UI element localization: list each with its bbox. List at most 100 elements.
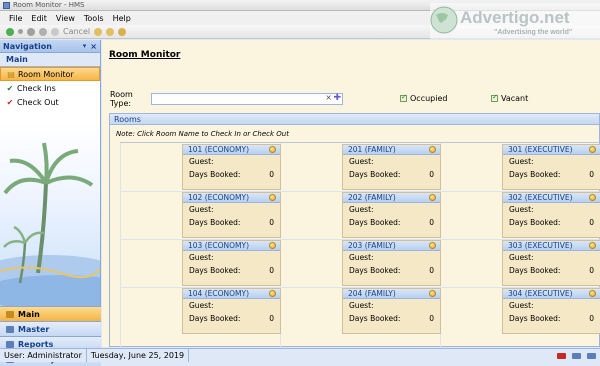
room-monitor-icon: ▤ xyxy=(7,69,15,79)
room-name-link[interactable]: 204 (FAMILY) xyxy=(343,289,440,299)
guest-row: Guest: xyxy=(343,299,440,312)
room-type-combo[interactable]: × ✚ xyxy=(151,93,343,105)
room-status-icon xyxy=(269,146,276,153)
guest-row: Guest: xyxy=(183,251,280,264)
room-card: 304 (EXECUTIVE) Guest: Days Booked: 0 xyxy=(502,288,600,334)
room-name-link[interactable]: 103 (ECONOMY) xyxy=(183,241,280,251)
room-status-icon xyxy=(429,290,436,297)
guest-row: Guest: xyxy=(503,299,600,312)
guest-label: Guest: xyxy=(509,253,534,262)
room-name-link[interactable]: 102 (ECONOMY) xyxy=(183,193,280,203)
history-icon[interactable] xyxy=(118,27,127,36)
days-booked-label: Days Booked: xyxy=(349,314,401,323)
room-card: 201 (FAMILY) Guest: Days Booked: 0 xyxy=(342,144,441,190)
menu-view[interactable]: View xyxy=(56,14,75,23)
nav-group-button-master[interactable]: Master xyxy=(0,321,101,336)
days-booked-label: Days Booked: xyxy=(349,266,401,275)
room-type-label: Room Type: xyxy=(110,90,133,108)
rooms-note: Note: Click Room Name to Check In or Che… xyxy=(116,130,289,138)
close-icon[interactable]: × xyxy=(90,42,97,51)
checkout-icon: ✔ xyxy=(6,97,14,107)
room-name: 201 (FAMILY) xyxy=(348,145,396,154)
room-status-icon xyxy=(269,194,276,201)
days-booked-row: Days Booked: 0 xyxy=(343,264,440,277)
guest-label: Guest: xyxy=(349,301,374,310)
days-booked-value: 0 xyxy=(429,314,434,323)
status-date: Tuesday, June 25, 2019 xyxy=(87,349,190,362)
room-card: 101 (ECONOMY) Guest: Days Booked: 0 xyxy=(182,144,281,190)
nav-group-main[interactable]: Main xyxy=(0,53,100,67)
nav-item-label: Check Out xyxy=(17,97,59,107)
days-booked-value: 0 xyxy=(429,218,434,227)
watermark-brand: Advertigo.net xyxy=(460,8,570,27)
room-name: 203 (FAMILY) xyxy=(348,241,396,250)
cancel-button[interactable]: Cancel xyxy=(63,27,90,36)
room-name-link[interactable]: 302 (EXECUTIVE) xyxy=(503,193,600,203)
menu-file[interactable]: File xyxy=(9,14,22,23)
days-booked-label: Days Booked: xyxy=(509,314,561,323)
refresh-icon[interactable] xyxy=(39,27,47,36)
guest-label: Guest: xyxy=(189,205,214,214)
room-card: 203 (FAMILY) Guest: Days Booked: 0 xyxy=(342,240,441,286)
checkbox-checked-icon xyxy=(491,93,498,102)
room-name-link[interactable]: 301 (EXECUTIVE) xyxy=(503,145,600,155)
room-name-link[interactable]: 104 (ECONOMY) xyxy=(183,289,280,299)
days-booked-label: Days Booked: xyxy=(509,170,561,179)
palm-tree-illustration xyxy=(0,123,100,306)
room-status-icon xyxy=(589,194,596,201)
back-icon[interactable] xyxy=(6,27,14,36)
guest-row: Guest: xyxy=(503,155,600,168)
clear-icon[interactable]: × xyxy=(325,93,332,102)
favorite-icon[interactable] xyxy=(106,27,115,36)
check-icon: ✔ xyxy=(6,83,14,93)
menu-tools[interactable]: Tools xyxy=(84,14,104,23)
star-icon[interactable] xyxy=(94,27,103,36)
room-status-icon xyxy=(429,146,436,153)
forward-icon[interactable] xyxy=(27,27,35,36)
nav-group-button-main[interactable]: Main xyxy=(0,306,101,321)
watermark-tagline: "Advertising the world" xyxy=(494,29,572,36)
stop-icon[interactable] xyxy=(51,27,59,36)
status-icons xyxy=(557,352,600,359)
guest-row: Guest: xyxy=(503,203,600,216)
occupied-checkbox[interactable]: Occupied xyxy=(400,93,447,103)
room-card: 303 (EXECUTIVE) Guest: Days Booked: 0 xyxy=(502,240,600,286)
menu-help[interactable]: Help xyxy=(113,14,131,23)
days-booked-label: Days Booked: xyxy=(349,218,401,227)
watermark-logo: Advertigo.net "Advertising the world" xyxy=(430,3,600,39)
days-booked-value: 0 xyxy=(269,170,274,179)
dropdown-icon[interactable] xyxy=(18,29,23,34)
vacant-checkbox[interactable]: Vacant xyxy=(491,93,528,103)
guest-row: Guest: xyxy=(503,251,600,264)
reports-icon xyxy=(6,340,14,348)
room-name-link[interactable]: 203 (FAMILY) xyxy=(343,241,440,251)
days-booked-value: 0 xyxy=(269,218,274,227)
room-card: 103 (ECONOMY) Guest: Days Booked: 0 xyxy=(182,240,281,286)
room-name: 101 (ECONOMY) xyxy=(188,145,249,154)
days-booked-row: Days Booked: 0 xyxy=(183,312,280,325)
days-booked-value: 0 xyxy=(589,314,594,323)
days-booked-label: Days Booked: xyxy=(509,266,561,275)
flag-icon xyxy=(557,352,566,359)
room-name-link[interactable]: 202 (FAMILY) xyxy=(343,193,440,203)
days-booked-label: Days Booked: xyxy=(349,170,401,179)
guest-label: Guest: xyxy=(189,253,214,262)
guest-row: Guest: xyxy=(343,203,440,216)
nav-item-room-monitor[interactable]: ▤ Room Monitor xyxy=(0,67,100,81)
room-name-link[interactable]: 101 (ECONOMY) xyxy=(183,145,280,155)
room-name-link[interactable]: 201 (FAMILY) xyxy=(343,145,440,155)
room-name-link[interactable]: 304 (EXECUTIVE) xyxy=(503,289,600,299)
days-booked-row: Days Booked: 0 xyxy=(183,264,280,277)
guest-label: Guest: xyxy=(189,301,214,310)
nav-item-check-out[interactable]: ✔ Check Out xyxy=(0,95,100,109)
room-name-link[interactable]: 303 (EXECUTIVE) xyxy=(503,241,600,251)
nav-item-check-ins[interactable]: ✔ Check Ins xyxy=(0,81,100,95)
menu-edit[interactable]: Edit xyxy=(31,14,47,23)
room-status-icon xyxy=(269,242,276,249)
rooms-panel: Rooms Note: Click Room Name to Check In … xyxy=(109,113,600,349)
days-booked-value: 0 xyxy=(269,314,274,323)
pin-icon[interactable]: ▾ xyxy=(83,42,87,50)
add-icon[interactable]: ✚ xyxy=(333,93,341,103)
guest-label: Guest: xyxy=(349,157,374,166)
room-name: 304 (EXECUTIVE) xyxy=(508,289,573,298)
